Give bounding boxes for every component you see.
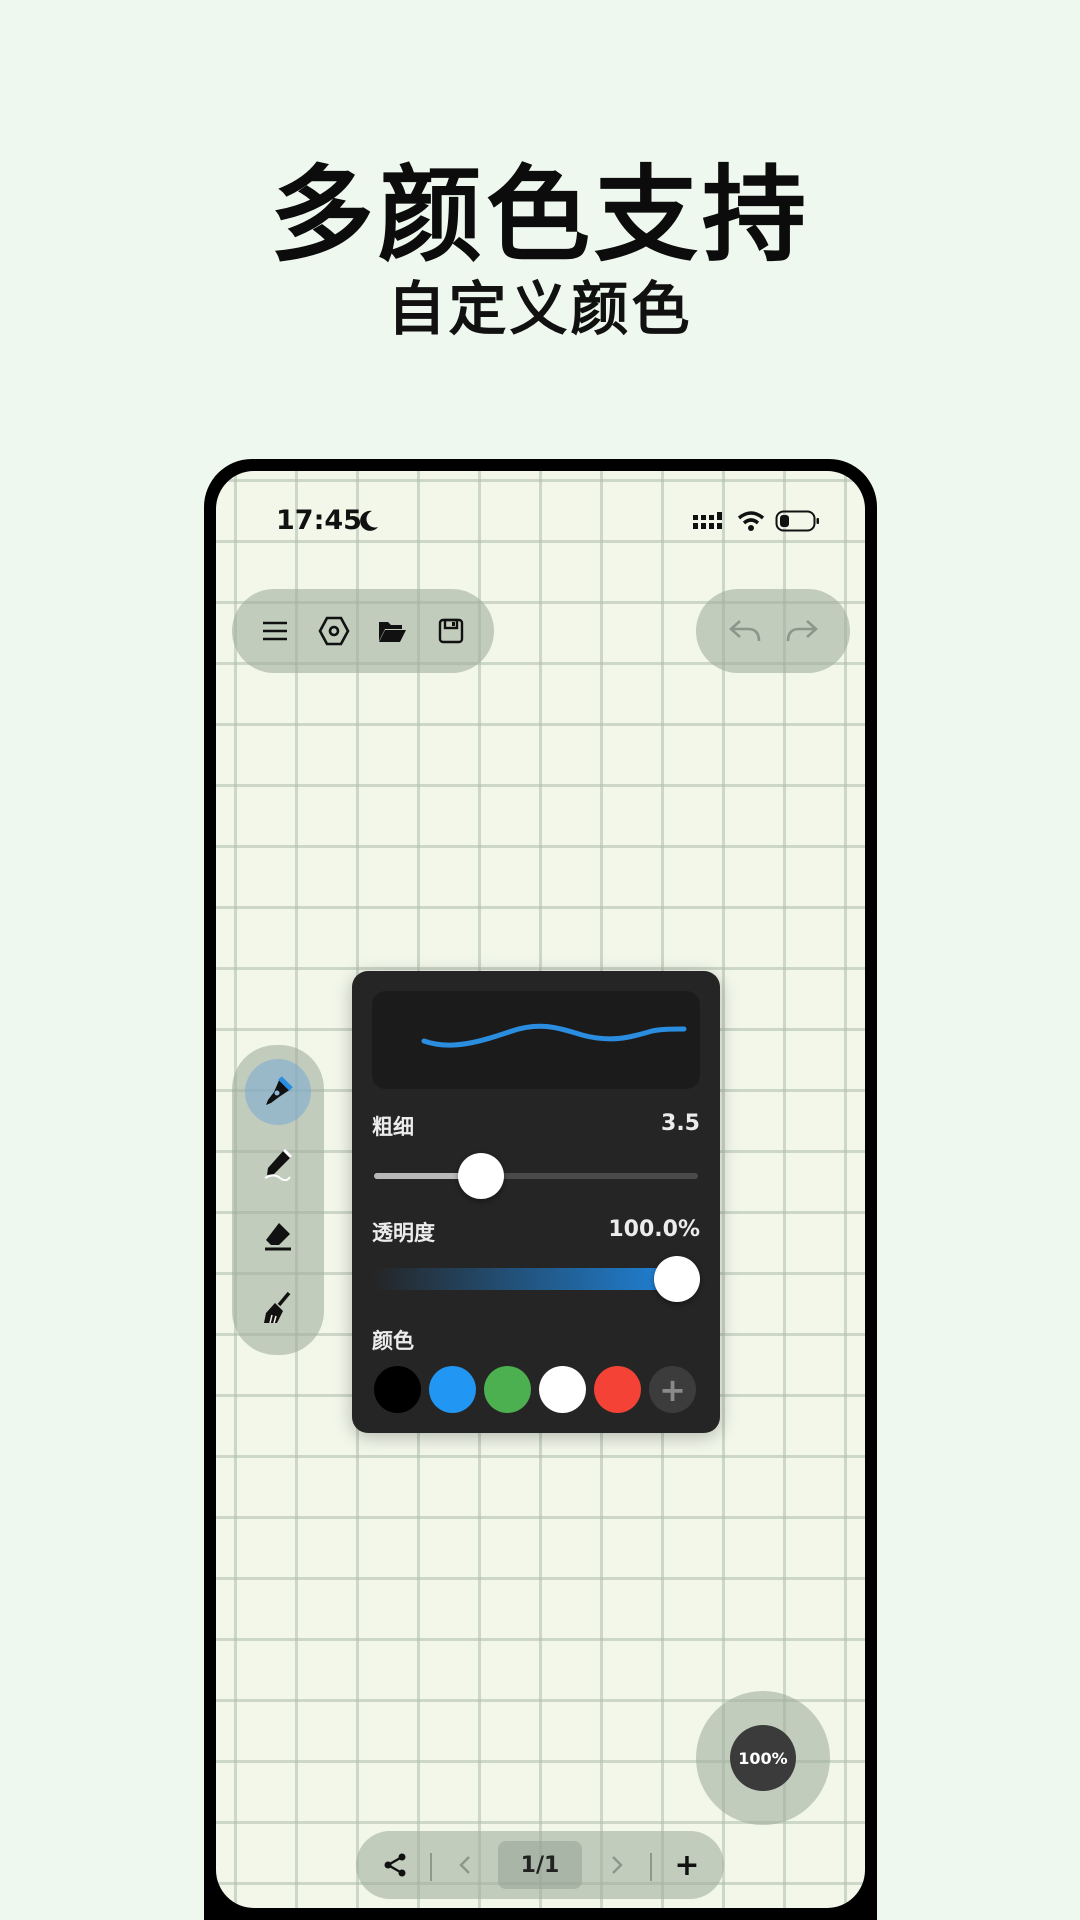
thickness-slider-thumb[interactable] <box>458 1153 505 1199</box>
redo-icon[interactable] <box>779 608 825 654</box>
thickness-slider-fill <box>374 1173 472 1179</box>
stroke-preview <box>372 991 700 1089</box>
divider <box>430 1853 432 1881</box>
color-label: 颜色 <box>372 1329 414 1353</box>
tool-palette <box>232 1045 324 1355</box>
top-toolbar <box>232 589 494 673</box>
thickness-label: 粗细 <box>372 1115 414 1139</box>
moon-icon <box>358 509 380 537</box>
promo-subhead: 自定义颜色 <box>387 275 693 343</box>
add-color-button[interactable]: + <box>649 1366 696 1413</box>
opacity-value: 100.0% <box>608 1217 700 1242</box>
phone-frame: 17:45 粗细 3.5 透明度 100.0% 颜色 + 100% 1/1 + <box>204 459 877 1920</box>
opacity-slider-thumb[interactable] <box>654 1256 700 1302</box>
status-bar: 17:45 <box>216 499 865 549</box>
page-indicator[interactable]: 1/1 <box>498 1841 582 1889</box>
zoom-control: 100% <box>696 1691 830 1825</box>
add-page-button[interactable]: + <box>662 1831 712 1899</box>
undo-icon[interactable] <box>722 608 768 654</box>
battery-icon <box>775 509 821 537</box>
thickness-value: 3.5 <box>661 1111 700 1136</box>
signal-icon <box>693 511 727 535</box>
swatch-blue[interactable] <box>429 1366 476 1413</box>
folder-open-icon[interactable] <box>369 608 415 654</box>
save-icon[interactable] <box>428 608 474 654</box>
swatch-red[interactable] <box>594 1366 641 1413</box>
share-icon[interactable] <box>370 1831 420 1899</box>
brush-settings-panel: 粗细 3.5 透明度 100.0% 颜色 + <box>352 971 720 1433</box>
eraser-tool-icon[interactable] <box>245 1203 311 1269</box>
pen-tool-icon[interactable] <box>245 1059 311 1125</box>
history-toolbar <box>696 589 850 673</box>
menu-icon[interactable] <box>252 608 298 654</box>
status-time: 17:45 <box>276 505 362 536</box>
swatch-green[interactable] <box>484 1366 531 1413</box>
zoom-level-button[interactable]: 100% <box>730 1725 796 1791</box>
settings-hexagon-icon[interactable] <box>311 608 357 654</box>
broom-clear-icon[interactable] <box>245 1275 311 1341</box>
next-page-icon[interactable] <box>592 1831 642 1899</box>
prev-page-icon[interactable] <box>440 1831 490 1899</box>
page-nav-bar: 1/1 + <box>356 1831 724 1899</box>
thickness-slider[interactable] <box>374 1173 698 1179</box>
swatch-black[interactable] <box>374 1366 421 1413</box>
drawing-canvas[interactable]: 17:45 粗细 3.5 透明度 100.0% 颜色 + 100% 1/1 + <box>216 471 865 1908</box>
pencil-tool-icon[interactable] <box>245 1131 311 1197</box>
swatch-white[interactable] <box>539 1366 586 1413</box>
divider <box>650 1853 652 1881</box>
wifi-icon <box>737 510 765 536</box>
color-swatches: + <box>374 1366 696 1413</box>
promo-headline: 多颜色支持 <box>269 154 810 276</box>
opacity-label: 透明度 <box>372 1221 435 1245</box>
opacity-slider[interactable] <box>372 1268 700 1290</box>
